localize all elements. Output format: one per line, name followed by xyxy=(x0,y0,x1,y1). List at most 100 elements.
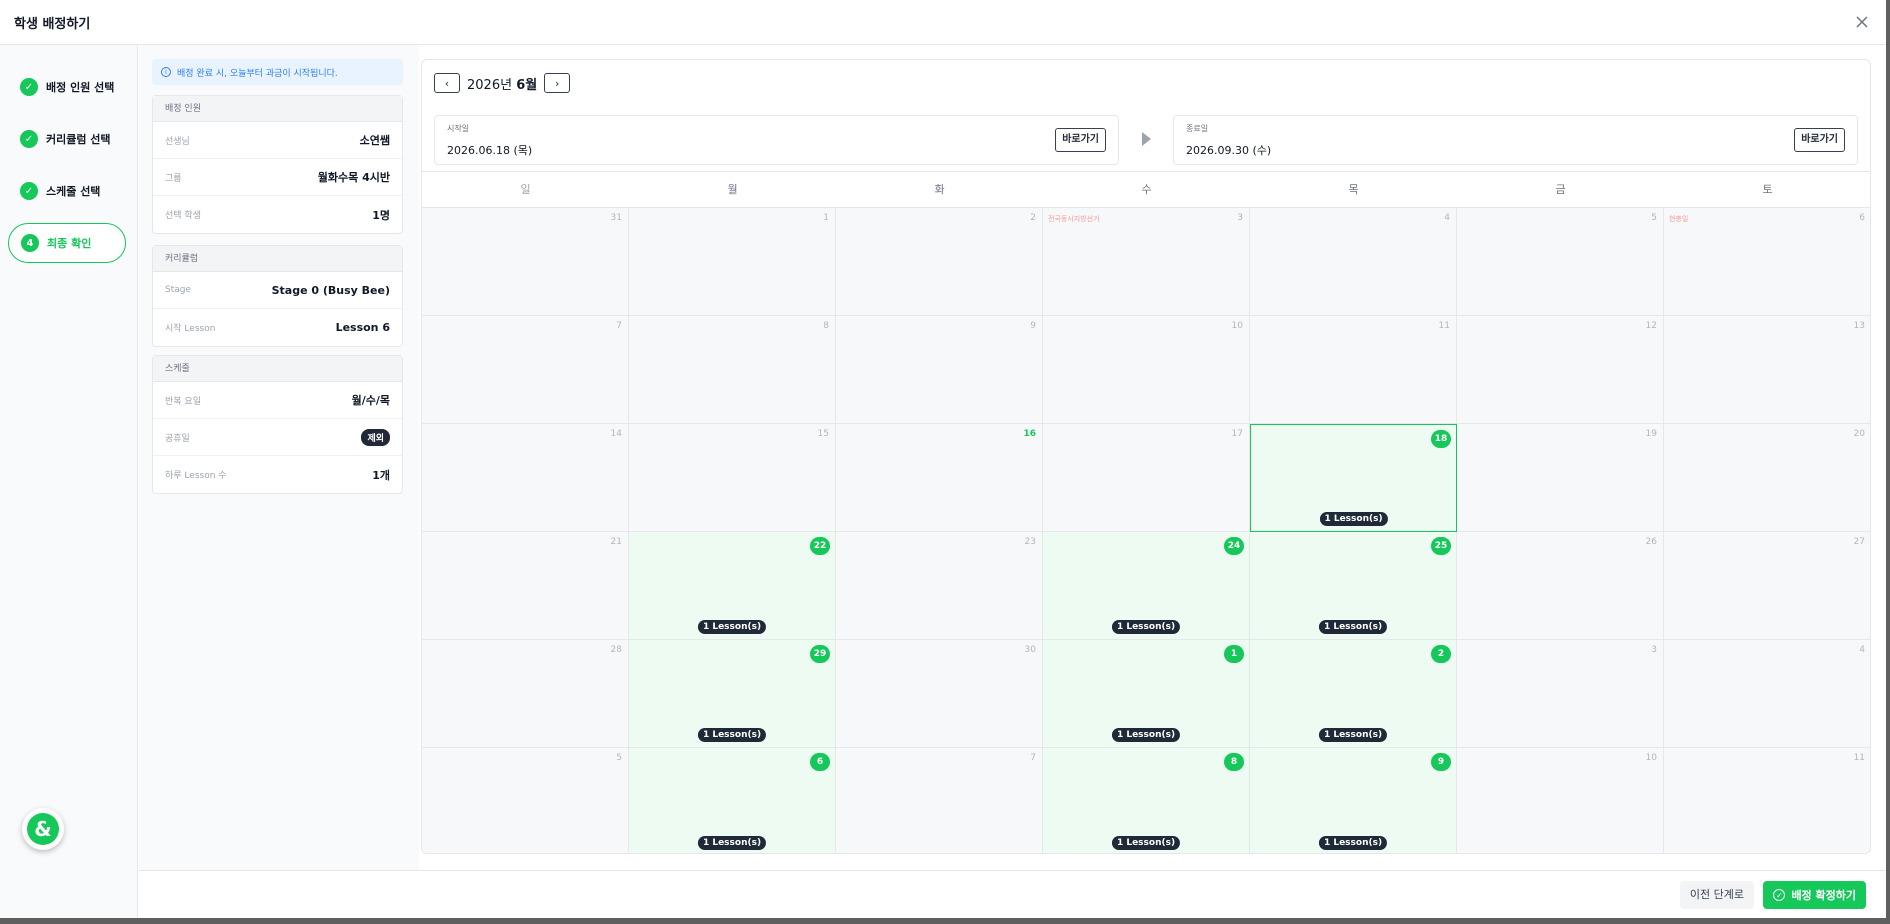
calendar-day-cell[interactable]: 7 xyxy=(422,316,629,424)
calendar: ‹ 2026년 6월 › 시작일 2026.06.18 (목) 바로가기 종료일… xyxy=(421,59,1871,854)
step-label: 스케줄 선택 xyxy=(46,185,101,198)
calendar-day-cell[interactable]: 10 xyxy=(1457,748,1664,853)
start-date-label: 시작일 xyxy=(447,124,470,133)
schedule-card: 스케줄 반복 요일 월/수/목 공휴일 제외 하루 Lesson 수 1개 xyxy=(152,355,403,494)
calendar-day-cell[interactable]: 16 xyxy=(836,424,1043,532)
lesson-day-badge: 2 xyxy=(1431,645,1451,663)
calendar-day-cell[interactable]: 25 1 Lesson(s) xyxy=(1250,532,1457,640)
calendar-day-cell[interactable]: 8 1 Lesson(s) xyxy=(1043,748,1250,853)
step-label: 커리큘럼 선택 xyxy=(46,133,111,146)
calendar-day-cell[interactable]: 28 xyxy=(422,640,629,748)
calendar-day-cell[interactable]: 2 xyxy=(836,208,1043,316)
card-title: 커리큘럼 xyxy=(153,246,402,272)
day-number: 11 xyxy=(1853,753,1865,763)
summary-row: 선택 학생 1명 xyxy=(153,196,402,233)
step-item[interactable]: ✓ 배정 인원 선택 xyxy=(8,67,126,107)
card-title: 배정 인원 xyxy=(153,96,402,122)
start-date-box: 시작일 2026.06.18 (목) 바로가기 xyxy=(434,115,1119,165)
summary-key: Stage xyxy=(165,285,192,295)
calendar-day-cell[interactable]: 21 xyxy=(422,532,629,640)
calendar-day-cell[interactable]: 24 1 Lesson(s) xyxy=(1043,532,1250,640)
day-number: 23 xyxy=(1024,537,1036,547)
lesson-count-pill: 1 Lesson(s) xyxy=(697,728,767,742)
lesson-count-pill: 1 Lesson(s) xyxy=(697,836,767,850)
card-title: 스케줄 xyxy=(153,356,402,382)
prev-month-button[interactable]: ‹ xyxy=(434,73,460,93)
calendar-day-cell[interactable]: 17 xyxy=(1043,424,1250,532)
calendar-day-cell[interactable]: 3 xyxy=(1457,640,1664,748)
calendar-day-cell[interactable]: 9 1 Lesson(s) xyxy=(1250,748,1457,853)
calendar-day-cell[interactable]: 5 xyxy=(1457,208,1664,316)
day-number: 3 xyxy=(1237,213,1243,223)
next-month-button[interactable]: › xyxy=(544,73,571,93)
lesson-day-badge: 22 xyxy=(810,537,830,555)
calendar-day-cell[interactable]: 2 1 Lesson(s) xyxy=(1250,640,1457,748)
calendar-day-cell[interactable]: 9 xyxy=(836,316,1043,424)
calendar-day-cell[interactable]: 18 1 Lesson(s) xyxy=(1250,424,1457,532)
summary-value: Stage 0 (Busy Bee) xyxy=(271,283,390,297)
calendar-day-cell[interactable]: 27 xyxy=(1664,532,1870,640)
day-number: 30 xyxy=(1024,645,1036,655)
calendar-day-cell[interactable]: 4 xyxy=(1664,640,1870,748)
calendar-day-cell[interactable]: 10 xyxy=(1043,316,1250,424)
day-number: 5 xyxy=(616,753,622,763)
calendar-day-cell[interactable]: 11 xyxy=(1664,748,1870,853)
step-number: 4 xyxy=(21,234,39,252)
summary-key: 그룹 xyxy=(165,173,182,184)
close-button[interactable] xyxy=(1852,12,1872,32)
lesson-count-pill: 1 Lesson(s) xyxy=(1111,836,1181,850)
calendar-day-cell[interactable]: 19 xyxy=(1457,424,1664,532)
summary-key: 하루 Lesson 수 xyxy=(165,471,227,481)
calendar-day-cell[interactable]: 3 전국동시지방선거 xyxy=(1043,208,1250,316)
billing-notice: i 배정 완료 시, 오늘부터 과금이 시작됩니다. xyxy=(152,59,403,85)
day-number: 10 xyxy=(1645,753,1657,763)
day-number: 15 xyxy=(817,429,829,439)
calendar-day-cell[interactable]: 6 현충일 xyxy=(1664,208,1870,316)
end-goto-button[interactable]: 바로가기 xyxy=(1794,128,1845,152)
day-number: 10 xyxy=(1231,321,1243,331)
day-number: 4 xyxy=(1444,213,1450,223)
calendar-day-cell[interactable]: 15 xyxy=(629,424,836,532)
notice-text: 배정 완료 시, 오늘부터 과금이 시작됩니다. xyxy=(177,68,338,79)
calendar-day-cell[interactable]: 23 xyxy=(836,532,1043,640)
step-item[interactable]: ✓ 커리큘럼 선택 xyxy=(8,119,126,159)
day-number: 28 xyxy=(610,645,622,655)
month-label: 2026년 6월 xyxy=(467,77,538,93)
calendar-day-cell[interactable]: 5 xyxy=(422,748,629,853)
prev-step-button[interactable]: 이전 단계로 xyxy=(1679,881,1754,909)
calendar-day-cell[interactable]: 1 1 Lesson(s) xyxy=(1043,640,1250,748)
calendar-day-cell[interactable]: 8 xyxy=(629,316,836,424)
calendar-day-cell[interactable]: 29 1 Lesson(s) xyxy=(629,640,836,748)
calendar-day-cell[interactable]: 6 1 Lesson(s) xyxy=(629,748,836,853)
summary-value: 월화수목 4시반 xyxy=(317,171,390,184)
calendar-day-cell[interactable]: 13 xyxy=(1664,316,1870,424)
day-number: 1 xyxy=(823,213,829,223)
calendar-day-cell[interactable]: 4 xyxy=(1250,208,1457,316)
calendar-day-cell[interactable]: 31 xyxy=(422,208,629,316)
summary-value: 1개 xyxy=(372,468,390,482)
summary-panel: i 배정 완료 시, 오늘부터 과금이 시작됩니다. 배정 인원 선생님 소연쌤 그룹… xyxy=(139,45,419,870)
calendar-day-cell[interactable]: 12 xyxy=(1457,316,1664,424)
check-icon: ✓ xyxy=(20,182,38,200)
calendar-day-cell[interactable]: 14 xyxy=(422,424,629,532)
calendar-day-cell[interactable]: 26 xyxy=(1457,532,1664,640)
day-number: 14 xyxy=(610,429,622,439)
summary-row: 하루 Lesson 수 1개 xyxy=(153,456,402,493)
calendar-day-cell[interactable]: 11 xyxy=(1250,316,1457,424)
calendar-day-cell[interactable]: 22 1 Lesson(s) xyxy=(629,532,836,640)
modal-title: 학생 배정하기 xyxy=(14,16,91,32)
close-icon xyxy=(1856,16,1868,28)
summary-value: 월/수/목 xyxy=(351,394,390,407)
step-item[interactable]: 4 최종 확인 xyxy=(8,223,126,263)
chat-button[interactable]: & xyxy=(22,808,64,850)
end-date-box: 종료일 2026.09.30 (수) 바로가기 xyxy=(1173,115,1858,165)
assign-student-modal: 학생 배정하기 ✓ 배정 인원 선택 ✓ 커리큘럼 선택 ✓ 스케줄 선택 4 최종 확인 &… xyxy=(0,0,1886,918)
step-item[interactable]: ✓ 스케줄 선택 xyxy=(8,171,126,211)
summary-key: 반복 요일 xyxy=(165,396,201,407)
calendar-day-cell[interactable]: 7 xyxy=(836,748,1043,853)
confirm-assign-button[interactable]: ✓ 배정 확정하기 xyxy=(1763,881,1866,909)
calendar-day-cell[interactable]: 30 xyxy=(836,640,1043,748)
calendar-day-cell[interactable]: 20 xyxy=(1664,424,1870,532)
start-goto-button[interactable]: 바로가기 xyxy=(1055,128,1106,152)
calendar-day-cell[interactable]: 1 xyxy=(629,208,836,316)
